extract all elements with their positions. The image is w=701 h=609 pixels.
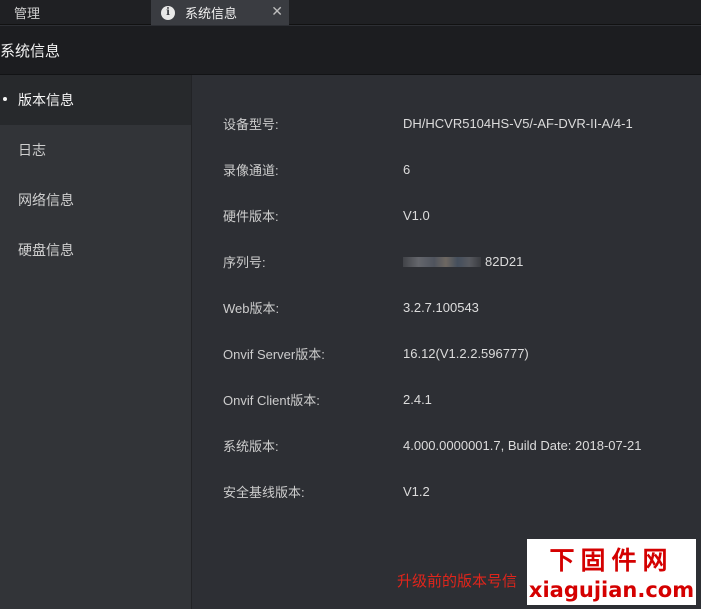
info-value: 16.12(V1.2.2.596777) xyxy=(403,345,529,361)
info-label: Web版本: xyxy=(223,300,280,316)
info-label: 序列号: xyxy=(223,254,266,270)
info-row-onvif-client: Onvif Client版本: 2.4.1 xyxy=(223,389,432,409)
version-info-panel: 设备型号: DH/HCVR5104HS-V5/-AF-DVR-II-A/4-1 … xyxy=(193,75,701,609)
info-value-wrapper: 82D21 xyxy=(403,254,523,269)
sidebar-item-label: 硬盘信息 xyxy=(18,242,74,258)
tab-manage[interactable]: 管理 xyxy=(0,0,150,25)
sidebar-item-disk-info[interactable]: 硬盘信息 xyxy=(0,225,191,275)
annotation-note: 升级前的版本号信 xyxy=(397,573,518,590)
info-value: 82D21 xyxy=(485,253,524,269)
info-value: V1.0 xyxy=(403,207,430,223)
info-value: 6 xyxy=(403,161,411,177)
tab-bar: 管理 i 系统信息 ✕ xyxy=(0,0,701,25)
info-value: 4.000.0000001.7, Build Date: 2018-07-21 xyxy=(403,437,642,453)
page-title: 系统信息 xyxy=(0,42,61,60)
info-label: Onvif Server版本: xyxy=(223,346,325,362)
info-row-onvif-server: Onvif Server版本: 16.12(V1.2.2.596777) xyxy=(223,343,529,363)
info-value: 3.2.7.100543 xyxy=(403,299,479,315)
page-header: 系统信息 xyxy=(0,26,701,75)
info-label: 录像通道: xyxy=(223,162,279,178)
info-label: 设备型号: xyxy=(223,116,279,132)
tab-system-info[interactable]: i 系统信息 ✕ xyxy=(151,0,289,25)
info-label: 系统版本: xyxy=(223,438,279,454)
info-row-system-version: 系统版本: 4.000.0000001.7, Build Date: 2018-… xyxy=(223,435,642,455)
info-row-security-baseline: 安全基线版本: V1.2 xyxy=(223,481,430,501)
sidebar-item-label: 版本信息 xyxy=(18,92,74,108)
info-label: 安全基线版本: xyxy=(223,484,305,500)
info-label: 硬件版本: xyxy=(223,208,279,224)
close-icon[interactable]: ✕ xyxy=(271,3,283,20)
info-row-device-model: 设备型号: DH/HCVR5104HS-V5/-AF-DVR-II-A/4-1 xyxy=(223,113,633,133)
info-value: V1.2 xyxy=(403,483,430,499)
sidebar-item-network-info[interactable]: 网络信息 xyxy=(0,175,191,225)
sidebar-item-label: 日志 xyxy=(18,142,46,158)
sidebar-item-version-info[interactable]: 版本信息 xyxy=(0,75,191,125)
info-row-web-version: Web版本: 3.2.7.100543 xyxy=(223,297,479,317)
site-watermark-logo: 下固件网 xiagujian.com xyxy=(527,539,696,605)
redacted-mask xyxy=(403,257,481,268)
info-row-record-channels: 录像通道: 6 xyxy=(223,159,410,179)
watermark-line2: xiagujian.com xyxy=(528,578,695,602)
info-row-serial-number: 序列号: 82D21 xyxy=(223,251,523,271)
sidebar-item-log[interactable]: 日志 xyxy=(0,125,191,175)
info-label: Onvif Client版本: xyxy=(223,392,320,408)
info-value: 2.4.1 xyxy=(403,391,432,407)
info-value: DH/HCVR5104HS-V5/-AF-DVR-II-A/4-1 xyxy=(403,115,633,131)
tab-system-info-label: 系统信息 xyxy=(185,6,238,21)
info-row-hardware-version: 硬件版本: V1.0 xyxy=(223,205,430,225)
sidebar: 版本信息 日志 网络信息 硬盘信息 xyxy=(0,75,192,609)
sidebar-item-label: 网络信息 xyxy=(18,192,74,208)
info-icon: i xyxy=(161,5,175,20)
tab-manage-label: 管理 xyxy=(14,6,41,21)
watermark-line1: 下固件网 xyxy=(549,546,674,575)
